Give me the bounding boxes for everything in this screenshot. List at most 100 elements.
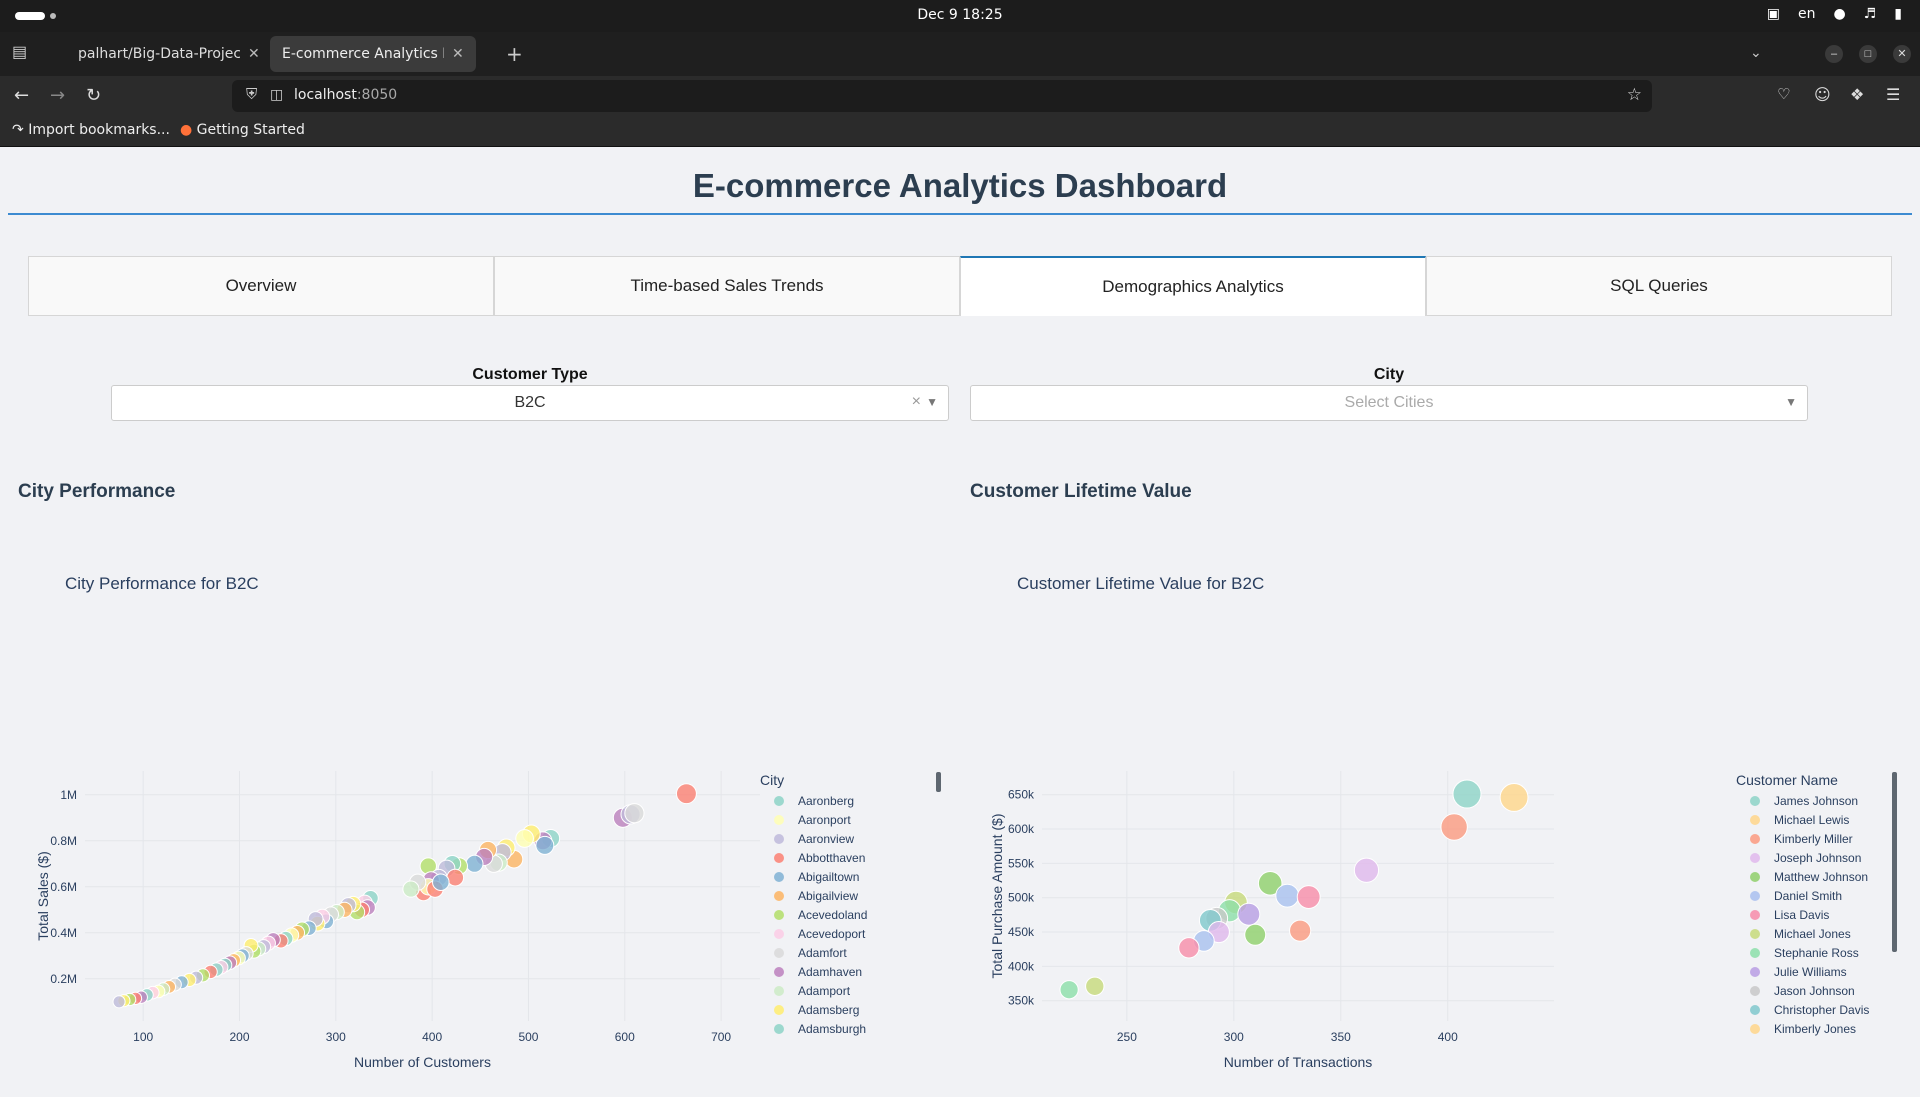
legend-marker	[1750, 948, 1760, 958]
shield-icon[interactable]: ⛨	[246, 86, 257, 103]
tab-demographics-analytics[interactable]: Demographics Analytics	[960, 256, 1426, 316]
os-clock[interactable]: Dec 9 18:25	[0, 7, 1920, 23]
bookmark-getting-started[interactable]: ● Getting Started	[180, 122, 305, 138]
data-point	[1244, 923, 1267, 946]
close-icon[interactable]: ✕	[248, 46, 260, 62]
legend-item: Michael Jones	[1774, 927, 1851, 941]
x-tick-label: 400	[1438, 1030, 1458, 1044]
legend-marker	[1750, 815, 1760, 825]
clear-icon[interactable]: ×	[912, 393, 921, 411]
legend-item: Adamport	[798, 984, 851, 998]
x-tick-label: 200	[229, 1030, 249, 1044]
discord-icon[interactable]: ▣	[1767, 6, 1780, 22]
bookmarks-bar: ↷ Import bookmarks... ● Getting Started	[0, 116, 1920, 147]
chart-title: City Performance for B2C	[65, 574, 259, 593]
y-tick-label: 1M	[60, 788, 77, 802]
x-tick-label: 100	[133, 1030, 153, 1044]
browser-tab-dashboard[interactable]: E-commerce Analytics Dashboard ✕	[270, 36, 476, 72]
legend-item: Aaronport	[798, 813, 851, 827]
url-text[interactable]: localhost:8050	[294, 87, 397, 103]
volume-icon: ♬	[1863, 6, 1877, 22]
browser-tab-github[interactable]: palhart/Big-Data-Project ✕	[66, 36, 272, 72]
legend-item: Kimberly Miller	[1774, 832, 1853, 846]
data-point	[1275, 883, 1300, 908]
reload-icon[interactable]: ↻	[86, 85, 101, 106]
y-tick-label: 650k	[1008, 788, 1035, 802]
window-close-button[interactable]: ✕	[1893, 45, 1911, 63]
dashboard-tabs: Overview Time-based Sales Trends Demogra…	[28, 256, 1892, 316]
tab-overview[interactable]: Overview	[28, 256, 494, 316]
legend-marker	[1750, 967, 1760, 977]
legend-marker	[1750, 891, 1760, 901]
dashboard-page: E-commerce Analytics Dashboard Overview …	[0, 147, 1920, 1080]
data-point	[1452, 779, 1482, 809]
customer-type-value: B2C	[514, 394, 546, 411]
chevron-down-icon[interactable]: ▼	[926, 395, 938, 409]
close-icon[interactable]: ✕	[452, 46, 464, 62]
x-tick-label: 400	[422, 1030, 442, 1044]
legend-item: Abigailview	[798, 889, 858, 903]
legend-marker	[774, 872, 784, 882]
wifi-icon: ●	[1833, 6, 1846, 22]
tab-time-based-sales-trends[interactable]: Time-based Sales Trends	[494, 256, 960, 316]
maximize-button[interactable]: □	[1859, 45, 1877, 63]
url-port: :8050	[356, 87, 398, 103]
forward-icon[interactable]: →	[50, 85, 65, 106]
data-point	[112, 995, 126, 1009]
data-point	[465, 854, 484, 873]
legend-item: Acevedoland	[798, 908, 867, 922]
legend-item: Matthew Johnson	[1774, 870, 1868, 884]
legend-marker	[1750, 834, 1760, 844]
x-axis-title: Number of Customers	[354, 1054, 491, 1070]
legend-marker	[774, 853, 784, 863]
language-indicator[interactable]: en	[1798, 6, 1816, 22]
legend-title: City	[760, 772, 784, 788]
page-info-icon[interactable]: ◫	[270, 86, 283, 103]
legend-item: Adamsburgh	[798, 1022, 866, 1036]
city-performance-chart[interactable]: City Performance for B2C 100 200 300 400 500 6…	[18, 527, 958, 1097]
chevron-down-icon[interactable]: ⌄	[1750, 44, 1762, 61]
legend-item: Adamsberg	[798, 1003, 859, 1017]
chevron-down-icon[interactable]: ▼	[1785, 395, 1797, 409]
customer-type-dropdown[interactable]: B2C × ▼	[111, 385, 949, 421]
tab-overview-icon[interactable]: ▤	[12, 42, 27, 62]
customer-lifetime-value-chart[interactable]: Customer Lifetime Value for B2C 250 300 350…	[970, 527, 1900, 1097]
system-tray[interactable]: ▣ en ● ♬ ▮	[1767, 6, 1902, 22]
legend-item: Michael Lewis	[1774, 813, 1849, 827]
legend-marker	[1750, 929, 1760, 939]
legend-scrollbar[interactable]	[936, 772, 941, 792]
x-tick-label: 350	[1331, 1030, 1351, 1044]
minimize-button[interactable]: –	[1825, 45, 1843, 63]
y-tick-label: 0.8M	[50, 834, 77, 848]
legend-marker	[1750, 910, 1760, 920]
tab-sql-queries[interactable]: SQL Queries	[1426, 256, 1892, 316]
back-icon[interactable]: ←	[14, 85, 29, 106]
legend-marker	[774, 891, 784, 901]
city-label: City	[1373, 366, 1405, 383]
city-dropdown[interactable]: Select Cities ▼	[970, 385, 1808, 421]
pocket-icon[interactable]: ♡	[1777, 85, 1790, 103]
x-tick-label: 600	[615, 1030, 635, 1044]
y-tick-label: 0.2M	[50, 972, 77, 986]
extensions-icon[interactable]: ❖	[1850, 85, 1864, 104]
address-bar[interactable]: ⛨ ◫ localhost:8050 ☆	[232, 80, 1652, 112]
firefox-icon: ●	[180, 122, 197, 138]
legend-item: Christopher Davis	[1774, 1003, 1869, 1017]
account-icon[interactable]: ☺	[1814, 85, 1831, 104]
bookmark-star-icon[interactable]: ☆	[1627, 85, 1642, 105]
legend-marker	[774, 815, 784, 825]
legend-scrollbar[interactable]	[1892, 772, 1897, 952]
data-point	[1178, 937, 1200, 959]
legend-marker	[1750, 1024, 1760, 1034]
bookmark-import[interactable]: ↷ Import bookmarks...	[12, 122, 170, 138]
menu-icon[interactable]: ☰	[1886, 85, 1900, 104]
y-tick-label: 600k	[1008, 822, 1035, 836]
data-point	[1289, 919, 1312, 942]
legend-marker	[774, 910, 784, 920]
y-tick-label: 350k	[1008, 994, 1035, 1008]
legend-item: Jason Johnson	[1774, 984, 1855, 998]
data-point	[1237, 902, 1261, 926]
legend-item: Julie Williams	[1774, 965, 1847, 979]
new-tab-button[interactable]: +	[506, 42, 523, 66]
city-placeholder: Select Cities	[1344, 394, 1434, 411]
